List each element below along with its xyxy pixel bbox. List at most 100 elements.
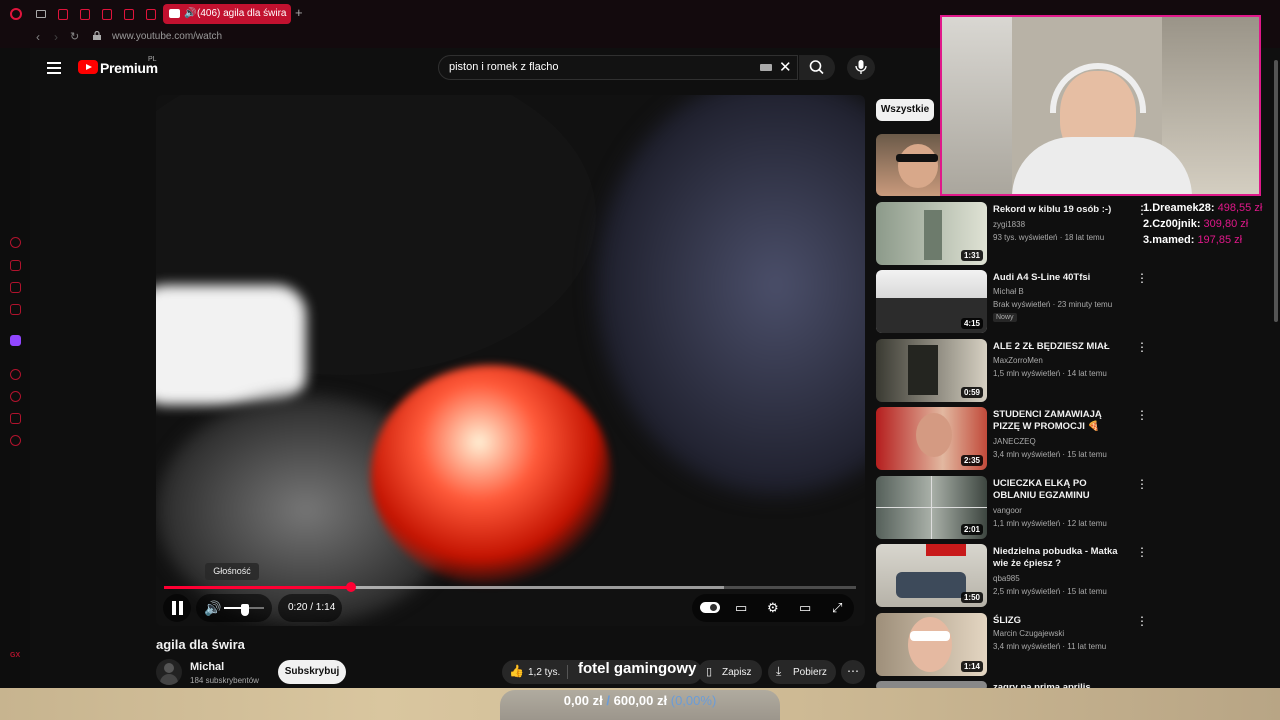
rec-title-1[interactable]: Rekord w kiblu 19 osób :-): [993, 204, 1128, 216]
sidebar-m-icon[interactable]: [10, 304, 21, 315]
more-actions-button[interactable]: ⋯: [841, 660, 865, 684]
rec-channel-6[interactable]: qba985: [993, 574, 1020, 583]
settings-gear-icon[interactable]: ⚙: [767, 600, 779, 616]
rec-channel-5[interactable]: vangoor: [993, 506, 1022, 515]
rec-duration-1: 1:31: [960, 250, 983, 261]
speaker-icon[interactable]: 🔊: [184, 8, 196, 19]
sidebar-history-icon[interactable]: [10, 391, 21, 402]
tab-pinned-2-icon[interactable]: [80, 9, 90, 20]
clear-search-icon[interactable]: ✕: [779, 58, 792, 76]
rec-thumbnail-7[interactable]: 1:14: [876, 613, 987, 676]
rec-menu-4-icon[interactable]: ⋮: [1136, 408, 1148, 422]
leaderboard-amount-1: 498,55 zł: [1217, 202, 1263, 214]
voice-search-button[interactable]: [847, 55, 875, 80]
forward-icon[interactable]: ›: [54, 30, 58, 44]
reload-icon[interactable]: ↻: [70, 30, 79, 43]
rec-menu-6-icon[interactable]: ⋮: [1136, 545, 1148, 559]
save-label[interactable]: Zapisz: [722, 667, 751, 678]
rec-thumbnail-5[interactable]: 2:01: [876, 476, 987, 539]
back-icon[interactable]: ‹: [36, 30, 40, 44]
rec-menu-7-icon[interactable]: ⋮: [1136, 614, 1148, 628]
search-query[interactable]: piston i romek z flacho: [449, 61, 558, 73]
rec-duration-4: 2:35: [960, 455, 983, 466]
leaderboard-rank-2: 2.: [1143, 218, 1153, 230]
scrollbar-thumb[interactable]: [1274, 60, 1278, 322]
video-player[interactable]: [156, 95, 865, 626]
url-text[interactable]: www.youtube.com/watch: [112, 31, 222, 42]
tab-pinned-4-icon[interactable]: [124, 9, 134, 20]
sidebar-settings-icon[interactable]: [10, 435, 21, 446]
region-code: PL: [148, 56, 157, 63]
sidebar-aria-icon[interactable]: [10, 237, 21, 248]
sidebar-crypto-icon[interactable]: [10, 260, 21, 271]
rec-meta-4: 3,4 mln wyświetleń · 15 lat temu: [993, 450, 1107, 459]
theater-mode-icon[interactable]: ▭: [799, 600, 811, 616]
channel-name[interactable]: Michal: [190, 661, 224, 673]
rec-channel-3[interactable]: MaxZorroMen: [993, 356, 1043, 365]
rec-thumbnail-3[interactable]: 0:59: [876, 339, 987, 402]
autoplay-toggle[interactable]: [700, 602, 720, 613]
video-title: agila dla świra: [156, 637, 245, 652]
rec-channel-4[interactable]: JANECZEQ: [993, 437, 1036, 446]
microphone-icon: [855, 60, 867, 74]
scrubber-handle[interactable]: [346, 582, 356, 592]
keyboard-icon[interactable]: [760, 64, 772, 71]
rec-meta-3: 1,5 mln wyświetleń · 14 lat temu: [993, 369, 1107, 378]
sidebar-player-icon[interactable]: [10, 369, 21, 380]
opera-sidebar: [0, 48, 30, 720]
fullscreen-icon[interactable]: ⤢: [832, 600, 842, 616]
subtitles-icon[interactable]: ▭: [735, 600, 747, 616]
new-tab-icon[interactable]: +: [295, 5, 303, 20]
rec-channel-7[interactable]: Marcin Czugajewski: [993, 629, 1064, 638]
rec-thumbnail-4[interactable]: 2:35: [876, 407, 987, 470]
leaderboard-name-3: mamed:: [1152, 234, 1195, 246]
search-icon: [809, 60, 824, 75]
rec-meta-1: 93 tys. wyświetleń · 18 lat temu: [993, 233, 1105, 242]
search-button[interactable]: [799, 55, 835, 80]
sidebar-extensions-icon[interactable]: [10, 413, 21, 424]
volume-icon[interactable]: 🔊: [204, 600, 221, 617]
tab-pinned-3-icon[interactable]: [102, 9, 112, 20]
rec-menu-2-icon[interactable]: ⋮: [1136, 271, 1148, 285]
like-count[interactable]: 1,2 tys.: [528, 667, 560, 678]
sidebar-messenger-icon[interactable]: [10, 282, 21, 293]
opera-logo-icon[interactable]: [10, 8, 22, 20]
like-icon[interactable]: 👍: [509, 664, 524, 678]
subscribe-button[interactable]: Subskrybuj: [278, 660, 346, 684]
rec-meta-7: 3,4 mln wyświetleń · 11 lat temu: [993, 642, 1107, 651]
rec-menu-3-icon[interactable]: ⋮: [1136, 340, 1148, 354]
video-frame-blue: [596, 95, 865, 495]
tab-pinned-1-icon[interactable]: [58, 9, 68, 20]
rec-title-7[interactable]: ŚLIZG: [993, 615, 1128, 627]
rec-title-2[interactable]: Audi A4 S-Line 40Tfsi: [993, 272, 1128, 284]
donation-goal-name: fotel gamingowy: [578, 660, 697, 677]
webcam-overlay: [940, 15, 1261, 196]
youtube-logo-icon[interactable]: [78, 60, 98, 74]
sidebar-twitch-icon[interactable]: [10, 335, 21, 346]
rec-title-5[interactable]: UCIECZKA ELKĄ PO OBLANIU EGZAMINU: [993, 478, 1128, 502]
rec-menu-5-icon[interactable]: ⋮: [1136, 477, 1148, 491]
rec-duration-3: 0:59: [960, 387, 983, 398]
mail-icon[interactable]: [36, 10, 46, 18]
pause-icon[interactable]: [171, 601, 185, 615]
rec-title-6[interactable]: Niedzielna pobudka - Matka wie że ćpiesz…: [993, 546, 1128, 570]
donation-goal-percent: (0,00%): [670, 693, 717, 708]
video-frame-red: [371, 365, 611, 585]
filter-chip-all[interactable]: Wszystkie: [876, 99, 934, 121]
rec-thumbnail-1[interactable]: 1:31: [876, 202, 987, 265]
rec-title-3[interactable]: ALE 2 ZŁ BĘDZIESZ MIAŁ: [993, 341, 1128, 353]
active-tab[interactable]: 🔊 (406) agila dla świra -: [163, 4, 291, 24]
channel-avatar[interactable]: [156, 659, 182, 685]
subscriber-count: 184 subskrybentów: [190, 676, 259, 685]
progress-played: [164, 586, 351, 589]
rec-channel-2[interactable]: Michał B: [993, 287, 1024, 296]
rec-title-4[interactable]: STUDENCI ZAMAWIAJĄ PIZZĘ W PROMOCJI 🍕: [993, 409, 1128, 433]
menu-icon[interactable]: [47, 62, 61, 77]
tab-title: (406) agila dla świra -: [197, 8, 287, 19]
rec-channel-1[interactable]: zygi1838: [993, 220, 1025, 229]
rec-thumbnail-6[interactable]: 1:50: [876, 544, 987, 607]
download-label[interactable]: Pobierz: [793, 667, 827, 678]
donation-goal-current: 0,00 zł: [563, 693, 603, 708]
rec-thumbnail-2[interactable]: 4:15: [876, 270, 987, 333]
tab-pinned-5-icon[interactable]: [146, 9, 156, 20]
